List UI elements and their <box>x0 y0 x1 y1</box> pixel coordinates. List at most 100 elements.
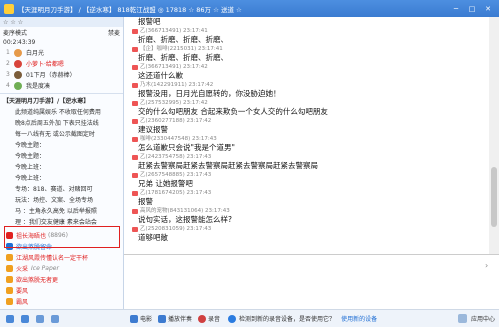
scrollbar-thumb[interactable] <box>491 167 497 227</box>
message-input[interactable]: › <box>124 255 499 309</box>
chat-scrollbar[interactable] <box>489 17 499 254</box>
message-meta: 咖啡(2330447548) 23:17:43 <box>132 135 489 143</box>
channel-sidebar: ☆ ☆ ☆ 麦序模式 禁麦 00:2∶43:39 1 白月光 2 小萝卜·给都嗯… <box>0 17 124 314</box>
badge-icon <box>132 100 138 106</box>
chat-message: 【企】咖啡(2215031) 23:17:41 折磨、折磨、折磨、折磨、 <box>124 45 489 63</box>
chevron-down-icon[interactable]: › <box>485 261 493 270</box>
message-sender[interactable]: 乙(366713491) 23:17:42 <box>140 63 208 71</box>
notice-line: 每一八线有无 或公示截图定时 <box>15 131 95 138</box>
music-icon[interactable] <box>51 314 59 323</box>
record-icon <box>198 314 207 323</box>
window-title: 【天涯明月刀手游】 / 【逆水寒】 818乾江战盟 ◎ 17818 ☆ 86万 … <box>18 5 242 14</box>
message-sender[interactable]: 高风的宠物(843131064) 23:17:43 <box>140 207 230 215</box>
avatar <box>14 59 22 68</box>
avatar <box>14 48 22 57</box>
user-item[interactable]: 霸风 <box>0 296 123 307</box>
rank-number: 4 <box>6 82 10 89</box>
movie-label: 电影 <box>140 316 153 323</box>
message-meta: 高风的宠物(843131064) 23:17:43 <box>132 207 489 215</box>
rank-item[interactable]: 4 我是度凑 <box>0 80 123 91</box>
mic-timer-row: 00:2∶43:39 <box>0 37 123 47</box>
rank-item[interactable]: 2 小萝卜·给都嗯 <box>0 58 123 69</box>
star-icon[interactable]: ☆ <box>18 19 23 26</box>
message-sender[interactable]: 【企】咖啡(2215031) 23:17:41 <box>140 45 223 53</box>
badge-icon <box>132 226 138 232</box>
badge-icon <box>132 190 138 196</box>
star-icon[interactable]: ☆ <box>3 19 8 26</box>
app-center[interactable]: 应用中心 <box>457 314 499 323</box>
avatar <box>14 70 22 79</box>
grid-icon <box>457 314 467 323</box>
app-center-label: 应用中心 <box>470 316 495 323</box>
mic-mode-row: 麦序模式 禁麦 <box>0 27 123 37</box>
record-button[interactable]: 录音 <box>198 314 220 323</box>
mic-mode-action[interactable]: 禁麦 <box>108 28 120 37</box>
user-item[interactable]: 江湖风霞传懂认名一定干杯 <box>0 252 123 263</box>
message-text: 交的什么勾吧朋友 合起来欺负一个女人交的什么勾吧朋友 <box>138 107 328 116</box>
info-icon <box>228 314 237 323</box>
badge-icon <box>132 172 138 178</box>
chat-message: 乙(2657548885) 23:17:43 兄弟 让她报警吧 <box>124 171 489 189</box>
message-meta: 乃木(142291911) 23:17:42 <box>132 81 489 89</box>
window-controls: ─ □ ✕ <box>449 3 495 15</box>
message-sender[interactable]: 乙(2360277188) 23:17:42 <box>140 117 211 125</box>
message-meta: 乙(2657548885) 23:17:43 <box>132 171 489 179</box>
notice-line: 晚8点后周五外加 下表只挂法线 <box>15 120 99 127</box>
message-sender[interactable]: 乙(257532995) 23:17:42 <box>140 99 208 107</box>
music-note-icon <box>158 314 167 323</box>
notice-line: 玩法：场控、文案、全场专场 <box>15 197 94 204</box>
notice-line: 【天涯明月刀手游】/【逆水寒】 <box>3 98 90 105</box>
voice-controls <box>0 314 124 323</box>
user-item[interactable]: 欲出煞脱无者更 <box>0 274 123 285</box>
user-role-icon <box>6 276 13 283</box>
rank-name: 01下月（赤赫棒） <box>26 72 76 79</box>
message-meta: 乙(2360277188) 23:17:42 <box>132 117 489 125</box>
message-sender[interactable]: 乙(1781674205) 23:17:43 <box>140 189 211 197</box>
close-button[interactable]: ✕ <box>481 3 495 15</box>
user-item[interactable]: 要风 <box>0 285 123 296</box>
sidebar-topbar: ☆ ☆ ☆ <box>0 17 123 27</box>
message-sender[interactable]: 乙(366713491) 23:17:41 <box>140 27 208 35</box>
message-text: 这还道什么歉 <box>138 71 183 80</box>
message-meta: 乙(366713491) 23:17:42 <box>132 63 489 71</box>
use-new-device-link[interactable]: 使用新的设备 <box>341 314 377 323</box>
title-bar: 【天涯明月刀手游】 / 【逆水寒】 818乾江战盟 ◎ 17818 ☆ 86万 … <box>0 0 499 17</box>
divider <box>0 93 123 94</box>
app-icon <box>4 3 14 14</box>
channel-notice: 【天涯明月刀手游】/【逆水寒】 此频道纯属娱乐 不收取任何费用 晚8点后周五外加… <box>0 96 123 228</box>
chat-message: 报警吧 <box>124 17 489 27</box>
message-sender[interactable]: 咖啡(2330447548) 23:17:43 <box>140 135 217 143</box>
message-sender[interactable]: 乙(2423754758) 23:17:43 <box>140 153 211 161</box>
message-meta: 乙(366713491) 23:17:41 <box>132 27 489 35</box>
avatar <box>14 81 22 90</box>
user-item[interactable]: 火采 Ice Paper <box>0 263 123 274</box>
minimize-button[interactable]: ─ <box>449 3 463 15</box>
rank-item[interactable]: 3 01下月（赤赫棒） <box>0 69 123 80</box>
message-sender[interactable]: 乃木(142291911) 23:17:42 <box>140 81 213 89</box>
chat-message: 乙(1781674205) 23:17:43 报警 <box>124 189 489 207</box>
user-role-icon <box>6 265 13 272</box>
rank-name: 小萝卜·给都嗯 <box>26 61 64 68</box>
rank-item[interactable]: 1 白月光 <box>0 47 123 58</box>
speaker-icon[interactable] <box>21 314 29 323</box>
mic-icon[interactable] <box>6 314 14 323</box>
movie-button[interactable]: 电影 <box>130 314 152 323</box>
badge-icon <box>132 64 138 70</box>
star-icon[interactable]: ☆ <box>10 19 15 26</box>
user-name: 欲出煞脱无者更 <box>16 277 59 284</box>
accompaniment-button[interactable]: 播放伴奏 <box>158 314 192 323</box>
message-sender[interactable]: 乙(2657548885) 23:17:43 <box>140 171 211 179</box>
badge-icon <box>132 118 138 124</box>
chat-message: 乃木(142291911) 23:17:42 报警没用，日月光自愿转的，你没胁迫… <box>124 81 489 99</box>
badge-icon <box>132 208 138 214</box>
rank-name: 我是度凑 <box>26 83 51 90</box>
message-text: 折磨、折磨、折磨、折磨、 <box>138 35 228 44</box>
user-role-icon <box>6 298 13 305</box>
hand-icon[interactable] <box>36 314 44 323</box>
badge-icon <box>132 136 138 142</box>
message-text: 报警吧 <box>138 17 161 26</box>
message-meta: 乙(1781674205) 23:17:43 <box>132 189 489 197</box>
user-tag: Ice Paper <box>31 265 59 272</box>
message-sender[interactable]: 乙(2520831059) 23:17:43 <box>140 225 211 233</box>
maximize-button[interactable]: □ <box>465 3 479 15</box>
